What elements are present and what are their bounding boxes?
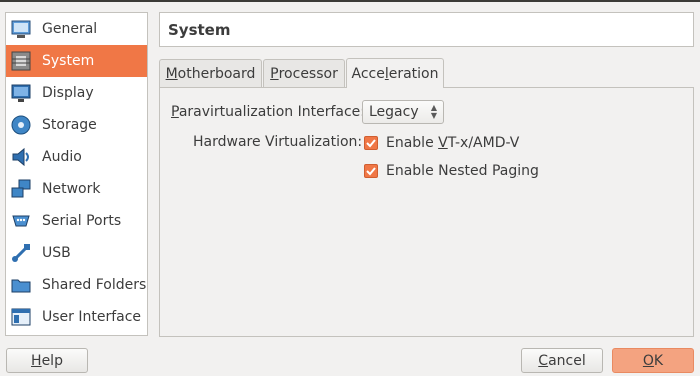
sidebar-item-label: General — [42, 21, 98, 37]
shared-folders-icon — [10, 274, 32, 296]
tab-label: otherboard — [177, 65, 256, 82]
sidebar-item-label: Serial Ports — [42, 213, 122, 229]
label-mnemonic: P — [171, 104, 179, 120]
page-title: System — [168, 20, 231, 39]
serial-ports-icon — [10, 210, 32, 232]
acceleration-panel — [159, 87, 694, 337]
sidebar-item-label: Network — [42, 181, 101, 197]
sidebar-item-system[interactable]: System — [6, 45, 147, 77]
sidebar-item-audio[interactable]: Audio — [6, 141, 147, 173]
chevron-updown-icon: ▲ ▼ — [430, 103, 437, 120]
tab-processor[interactable]: Processor — [263, 59, 345, 87]
button-mnemonic: C — [538, 352, 549, 369]
sidebar-item-user-interface[interactable]: User Interface — [6, 301, 147, 333]
sidebar-item-general[interactable]: General — [6, 13, 147, 45]
sidebar-item-shared-folders[interactable]: Shared Folders — [6, 269, 147, 301]
sidebar-item-usb[interactable]: USB — [6, 237, 147, 269]
checkbox-label: Enable Nested Paging — [386, 163, 539, 179]
sidebar-item-label: Audio — [42, 149, 82, 165]
tab-label: Acce — [351, 65, 385, 82]
window-top-border — [0, 0, 700, 2]
checkbox-label: Enable VT-x/AMD-V — [386, 135, 520, 151]
help-button[interactable]: Help — [6, 348, 88, 373]
sidebar-item-network[interactable]: Network — [6, 173, 147, 205]
tab-mnemonic: P — [270, 65, 279, 82]
cancel-button[interactable]: Cancel — [521, 348, 603, 373]
general-icon — [10, 18, 32, 40]
settings-sidebar: General System Display Storage Audio Net… — [5, 12, 148, 336]
paravirtualization-label: Paravirtualization Interface: — [171, 104, 365, 120]
sidebar-item-label: System — [42, 53, 95, 69]
tab-acceleration[interactable]: Acce l eration — [346, 58, 444, 88]
tab-motherboard[interactable]: Motherboard — [159, 59, 262, 87]
storage-icon — [10, 114, 32, 136]
button-mnemonic: O — [642, 352, 654, 369]
usb-icon — [10, 242, 32, 264]
display-icon — [10, 82, 32, 104]
button-mnemonic: H — [31, 352, 42, 369]
sidebar-item-display[interactable]: Display — [6, 77, 147, 109]
hardware-virtualization-label: Hardware Virtualization: — [193, 134, 363, 150]
label-text: aravirtualization Interface: — [178, 104, 365, 120]
sidebar-item-label: Display — [42, 85, 94, 101]
button-label: elp — [41, 352, 63, 369]
audio-icon — [10, 146, 32, 168]
sidebar-item-label: User Interface — [42, 309, 142, 325]
enable-nested-paging-checkbox[interactable]: Enable Nested Paging — [364, 163, 539, 179]
ok-button[interactable]: OK — [612, 348, 694, 373]
tab-label: rocessor — [278, 65, 338, 82]
button-label: K — [653, 352, 664, 369]
network-icon — [10, 178, 32, 200]
sidebar-item-label: USB — [42, 245, 71, 261]
sidebar-item-storage[interactable]: Storage — [6, 109, 147, 141]
button-label: ancel — [548, 352, 586, 369]
checkbox-checked-icon[interactable] — [364, 136, 378, 150]
user-interface-icon — [10, 306, 32, 328]
sidebar-item-serial-ports[interactable]: Serial Ports — [6, 205, 147, 237]
system-chip-icon — [10, 50, 32, 72]
page-header: System — [159, 12, 694, 47]
tab-mnemonic: M — [165, 65, 178, 82]
sidebar-item-label: Storage — [42, 117, 97, 133]
tab-label: eration — [388, 65, 439, 82]
sidebar-item-label: Shared Folders — [42, 277, 147, 293]
paravirtualization-select[interactable]: Legacy ▲ ▼ — [362, 100, 444, 124]
select-value: Legacy — [369, 104, 419, 120]
enable-vtx-checkbox[interactable]: Enable VT-x/AMD-V — [364, 135, 519, 151]
checkbox-checked-icon[interactable] — [364, 164, 378, 178]
